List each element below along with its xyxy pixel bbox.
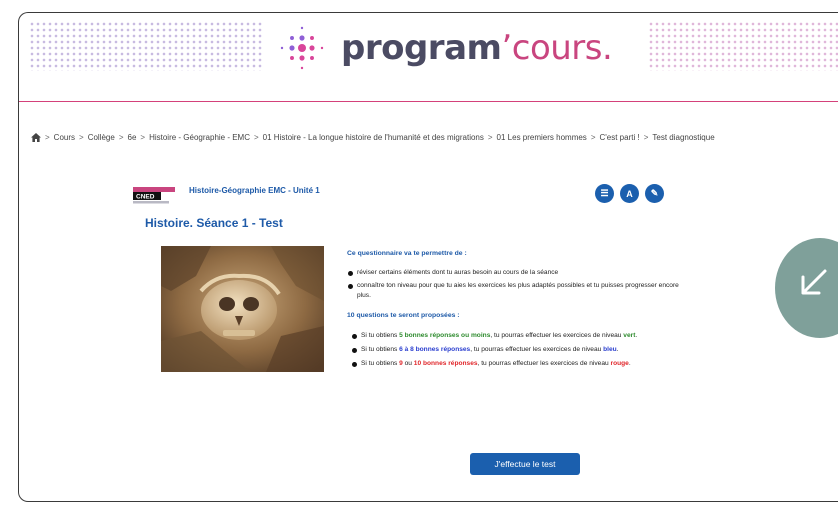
breadcrumb: > Cours > Collège > 6e > Histoire - Géog…: [31, 133, 715, 142]
rule-highlight: 5 bonnes réponses ou moins: [399, 332, 491, 339]
rule-text: Si tu obtiens: [361, 360, 400, 367]
logo-dot: [310, 36, 314, 40]
logo-dot: [320, 46, 324, 50]
rule-text: ou: [402, 360, 414, 367]
rule-item-green: Si tu obtiens 5 bonnes réponses ou moins…: [347, 331, 687, 341]
rule-text: , tu pourras effectuer les exercices de …: [477, 360, 611, 367]
page-title: Histoire. Séance 1 - Test: [145, 216, 283, 230]
rule-level: bleu: [603, 346, 617, 353]
breadcrumb-item-chapitre[interactable]: 01 Histoire - La longue histoire de l'hu…: [263, 133, 484, 142]
rule-text: .: [628, 360, 631, 367]
rule-item-blue: Si tu obtiens 6 à 8 bonnes réponses, tu …: [347, 345, 687, 355]
cned-label: CNED: [136, 194, 155, 201]
logo-main-text: program: [341, 28, 502, 68]
intro-heading: Ce questionnaire va te permettre de :: [347, 250, 467, 257]
app-frame: program’cours. > Cours > Collège > 6e > …: [18, 12, 838, 502]
site-header: program’cours.: [19, 13, 838, 113]
breadcrumb-separator: >: [118, 133, 124, 142]
intro-list: réviser certains éléments dont tu auras …: [347, 268, 687, 301]
logo-dots-icon: [280, 26, 324, 70]
questions-heading: 10 questions te seront proposées :: [347, 312, 460, 319]
rule-text: Si tu obtiens: [361, 332, 400, 339]
logo-accent-text: cours.: [511, 28, 613, 68]
dictionary-icon[interactable]: A: [620, 184, 639, 203]
logo-dot: [300, 26, 304, 30]
home-icon[interactable]: [31, 133, 41, 142]
breadcrumb-separator: >: [79, 133, 84, 142]
rule-highlight: 6 à 8 bonnes réponses: [399, 346, 471, 353]
arrow-down-left-icon: [801, 269, 827, 295]
breadcrumb-item-college[interactable]: Collège: [88, 133, 115, 142]
breadcrumb-item-current: Test diagnostique: [652, 133, 715, 142]
rule-text: , tu pourras effectuer les exercices de …: [470, 346, 604, 353]
decorative-dots-left: [29, 21, 264, 71]
rule-level: rouge: [610, 360, 629, 367]
start-test-button[interactable]: J'effectue le test: [470, 453, 580, 475]
skull-photo: [161, 246, 324, 372]
logo-dot: [298, 44, 306, 52]
logo-dot: [309, 45, 315, 51]
logo-dot: [299, 55, 305, 61]
rule-text: .: [616, 346, 619, 353]
rule-text: , tu pourras effectuer les exercices de …: [490, 332, 624, 339]
intro-item: connaître ton niveau pour que tu aies le…: [347, 281, 687, 301]
header-divider: [19, 101, 838, 102]
breadcrumb-separator: >: [140, 133, 146, 142]
cned-logo: CNED: [133, 187, 175, 204]
rule-text: .: [635, 332, 638, 339]
logo-dot: [290, 36, 294, 40]
intro-item: réviser certains éléments dont tu auras …: [347, 268, 687, 278]
breadcrumb-separator: >: [254, 133, 259, 142]
logo-dot: [310, 56, 314, 60]
rule-highlight: 10 bonnes réponses: [413, 360, 478, 367]
decorative-dots-right: [648, 21, 838, 71]
breadcrumb-item-histoire-geographie[interactable]: Histoire - Géographie - EMC: [149, 133, 250, 142]
breadcrumb-separator: >: [590, 133, 596, 142]
logo-dot: [299, 35, 305, 41]
logo-wordmark: program’cours.: [341, 28, 613, 68]
rules-list: Si tu obtiens 5 bonnes réponses ou moins…: [347, 331, 687, 369]
unit-title: Histoire-Géographie EMC - Unité 1: [189, 186, 320, 195]
programcours-logo[interactable]: program’cours.: [277, 23, 613, 73]
breadcrumb-separator: >: [643, 133, 649, 142]
logo-dot: [290, 56, 294, 60]
breadcrumb-item-6e[interactable]: 6e: [128, 133, 137, 142]
logo-dot: [300, 66, 304, 70]
breadcrumb-item-cours[interactable]: Cours: [54, 133, 75, 142]
breadcrumb-item-premiers-hommes[interactable]: 01 Les premiers hommes: [497, 133, 587, 142]
breadcrumb-separator: >: [487, 133, 493, 142]
logo-dot: [289, 45, 295, 51]
rule-level: vert: [623, 332, 636, 339]
tools-icon[interactable]: ✎: [645, 184, 664, 203]
test-description: Ce questionnaire va te permettre de : ré…: [347, 249, 687, 373]
rule-item-red: Si tu obtiens 9 ou 10 bonnes réponses, t…: [347, 359, 687, 369]
logo-dot: [280, 46, 284, 50]
toolbar: ☰ A ✎: [595, 184, 664, 203]
list-icon[interactable]: ☰: [595, 184, 614, 203]
breadcrumb-item-cest-parti[interactable]: C'est parti !: [599, 133, 639, 142]
logo-apostrophe: ’: [501, 28, 512, 68]
rule-text: Si tu obtiens: [361, 346, 400, 353]
breadcrumb-separator: >: [45, 133, 50, 142]
